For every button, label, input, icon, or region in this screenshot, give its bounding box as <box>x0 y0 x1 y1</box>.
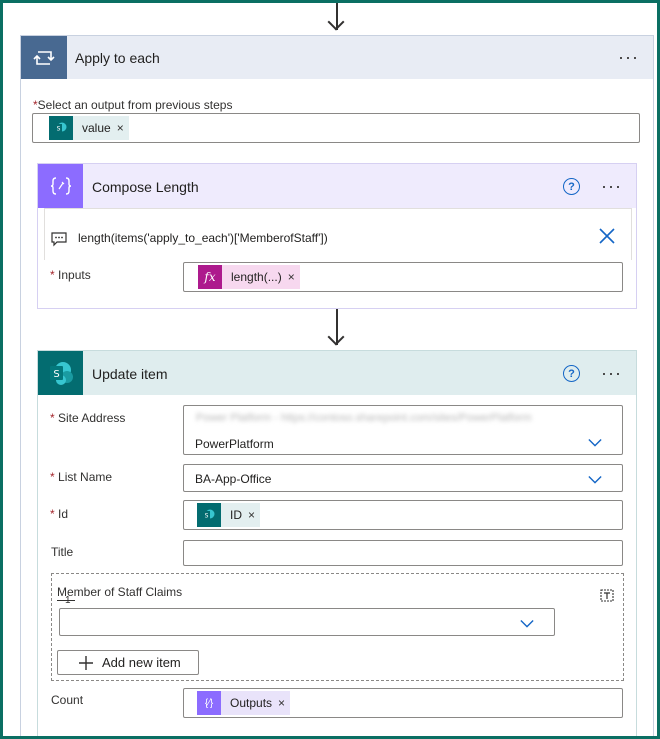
id-label-text: Id <box>58 507 69 521</box>
sharepoint-icon: S <box>49 116 73 140</box>
flow-designer-canvas: Apply to each ··· *Select an output from… <box>0 0 660 739</box>
svg-text:S: S <box>205 513 209 520</box>
loop-icon <box>21 36 67 79</box>
svg-text:S: S <box>57 126 61 133</box>
switch-input-mode-icon[interactable] <box>599 587 615 606</box>
remove-token-icon[interactable]: × <box>248 508 260 522</box>
required-mark: * <box>50 411 55 425</box>
add-new-item-label: Add new item <box>102 655 181 670</box>
member-of-staff-claims-label: Member of Staff Claims <box>57 585 183 599</box>
list-name-value: BA-App-Office <box>195 472 272 486</box>
select-output-label-text: Select an output from previous steps <box>37 98 233 112</box>
compose-expression-text: length(items('apply_to_each')['MemberofS… <box>78 231 328 245</box>
compose-more-icon[interactable]: ··· <box>601 177 622 195</box>
apply-to-each-title: Apply to each <box>75 50 160 66</box>
connector-arrow-top <box>327 13 345 31</box>
inputs-label-text: Inputs <box>58 268 91 282</box>
list-name-label: * List Name <box>50 470 112 484</box>
compose-length-title: Compose Length <box>92 179 199 195</box>
count-label: Count <box>51 693 84 707</box>
update-item-header[interactable]: S Update item ? ··· <box>38 351 636 395</box>
count-field[interactable]: {∕} Outputs × <box>183 688 623 718</box>
id-token-label: ID <box>230 508 242 522</box>
length-token-label: length(...) <box>231 270 282 284</box>
sharepoint-icon: S <box>197 503 221 527</box>
list-name-dropdown[interactable]: BA-App-Office <box>183 464 623 492</box>
id-token[interactable]: S ID × <box>197 503 261 527</box>
value-token[interactable]: S value × <box>49 116 129 140</box>
update-item-card: S Update item ? ··· * Site Address Power… <box>37 350 637 736</box>
array-item-index-number: 1 <box>65 595 71 606</box>
compose-braces-icon: {∕} <box>197 691 221 715</box>
value-token-label: value <box>82 121 111 135</box>
compose-help-icon[interactable]: ? <box>563 178 580 195</box>
inputs-field[interactable]: fx length(...) × <box>183 262 623 292</box>
member-of-staff-claims-dropdown[interactable] <box>59 608 555 636</box>
apply-to-each-header[interactable]: Apply to each ··· <box>21 36 653 79</box>
required-mark: * <box>50 507 55 521</box>
compose-braces-icon <box>38 164 83 208</box>
chevron-down-icon[interactable] <box>520 617 534 631</box>
close-expression-icon[interactable] <box>599 228 615 247</box>
select-output-field[interactable]: S value × <box>32 113 640 143</box>
remove-token-icon[interactable]: × <box>278 696 290 710</box>
site-address-value: PowerPlatform <box>195 437 274 451</box>
title-field[interactable] <box>183 540 623 566</box>
expression-comment-icon <box>51 232 67 250</box>
title-label: Title <box>51 545 74 559</box>
update-item-more-icon[interactable]: ··· <box>601 364 622 382</box>
update-item-help-icon[interactable]: ? <box>563 365 580 382</box>
svg-text:S: S <box>53 369 59 380</box>
outputs-token[interactable]: {∕} Outputs × <box>197 691 291 715</box>
update-item-title: Update item <box>92 366 168 382</box>
add-new-item-button[interactable]: Add new item <box>57 650 199 675</box>
compose-length-header[interactable]: Compose Length ? ··· <box>38 164 636 208</box>
id-label: * Id <box>50 507 68 521</box>
site-address-label-text: Site Address <box>58 411 126 425</box>
remove-token-icon[interactable]: × <box>288 270 300 284</box>
apply-to-each-more-icon[interactable]: ··· <box>618 48 639 66</box>
required-mark: * <box>50 268 55 282</box>
expression-fx-icon: fx <box>198 265 222 289</box>
site-address-label: * Site Address <box>50 411 125 425</box>
length-token[interactable]: fx length(...) × <box>198 265 300 289</box>
required-mark: * <box>50 470 55 484</box>
remove-token-icon[interactable]: × <box>117 121 129 135</box>
inputs-label: * Inputs <box>50 268 91 282</box>
select-output-label: *Select an output from previous steps <box>33 98 232 112</box>
site-address-dropdown[interactable]: Power Platform - https://contoso.sharepo… <box>183 405 623 455</box>
plus-icon <box>79 655 93 670</box>
compose-length-card: Compose Length ? ··· length(items('apply… <box>37 163 637 309</box>
site-address-blurred-text: Power Platform - https://contoso.sharepo… <box>196 412 532 424</box>
chevron-down-icon[interactable] <box>588 436 602 450</box>
outputs-token-label: Outputs <box>230 696 273 710</box>
list-name-label-text: List Name <box>58 470 113 484</box>
id-field[interactable]: S ID × <box>183 500 623 530</box>
chevron-down-icon[interactable] <box>588 473 602 487</box>
sharepoint-icon: S <box>38 351 83 395</box>
